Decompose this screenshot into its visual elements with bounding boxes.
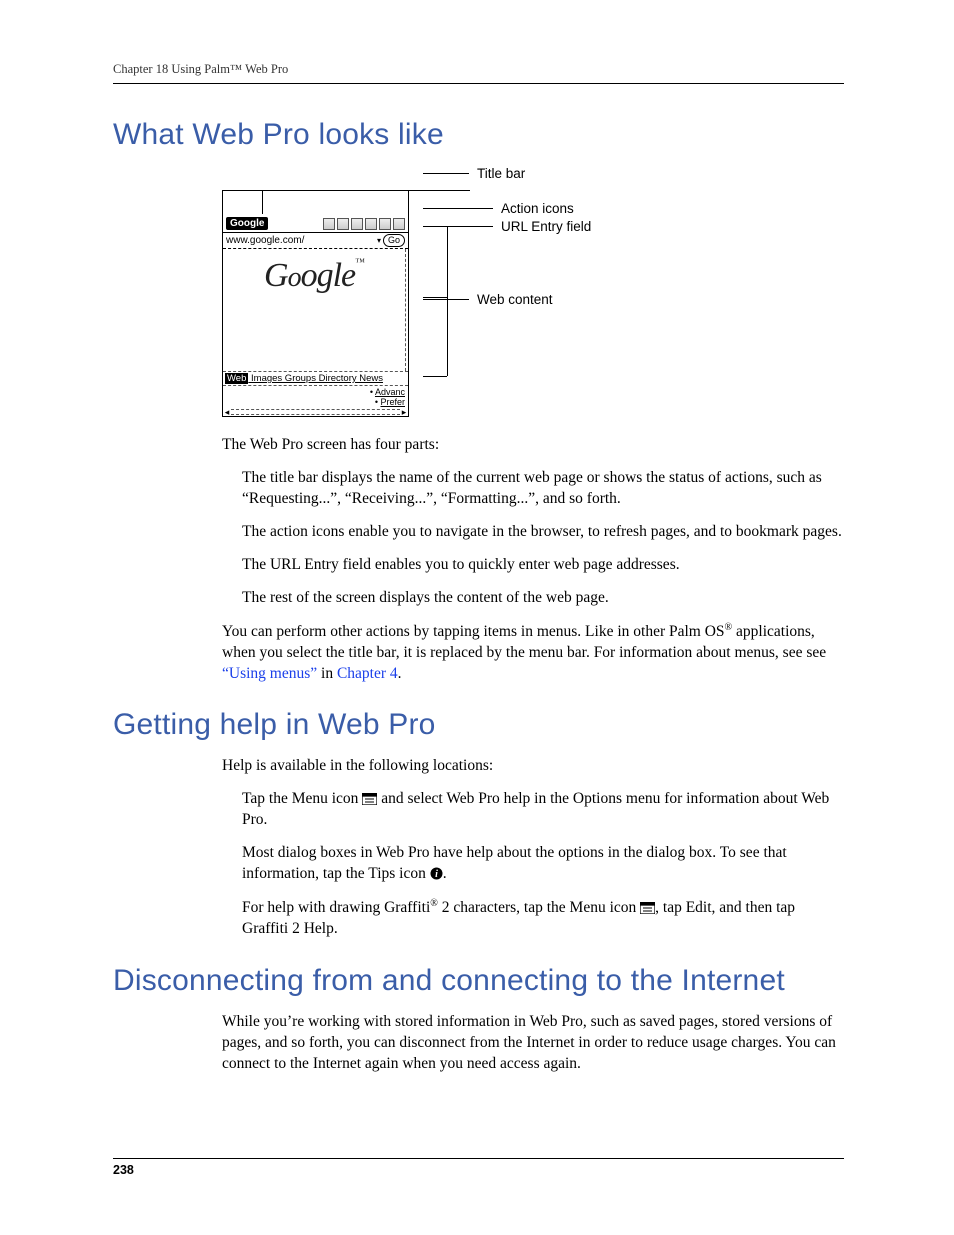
google-logo: Google™	[223, 257, 405, 295]
p-disconnect: While you’re working with stored informa…	[222, 1012, 844, 1075]
p-intro: The Web Pro screen has four parts:	[222, 435, 844, 456]
tips-icon: i	[430, 867, 443, 880]
callout-action-icons: Action icons	[501, 201, 574, 216]
svg-text:i: i	[435, 869, 438, 880]
advanced-link: Advanc	[375, 387, 405, 397]
back-icon	[323, 218, 335, 230]
home-icon	[393, 218, 405, 230]
shot-footer: • Advanc • Prefer	[223, 385, 408, 408]
callout-title-bar: Title bar	[477, 166, 525, 181]
figure-callouts: Title bar Action icons URL Entry field W…	[423, 166, 844, 386]
dropdown-icon: ▾	[377, 236, 381, 245]
shot-title-chip: Google	[226, 217, 268, 230]
callout-web-content: Web content	[477, 292, 553, 307]
page-number: 238	[113, 1158, 844, 1177]
p-help-intro: Help is available in the following locat…	[222, 756, 844, 777]
heading-what-web-pro-looks-like: What Web Pro looks like	[113, 118, 844, 152]
tab-web: Web	[225, 373, 248, 384]
heading-disconnecting: Disconnecting from and connecting to the…	[113, 964, 844, 998]
p-graffiti: For help with drawing Graffiti® 2 charac…	[242, 897, 844, 940]
scroll-right-icon: ▸	[400, 408, 408, 416]
p-url-field: The URL Entry field enables you to quick…	[242, 555, 844, 576]
p-title-bar: The title bar displays the name of the c…	[242, 468, 844, 510]
stop-icon	[351, 218, 363, 230]
refresh-icon	[365, 218, 377, 230]
shot-url-field: www.google.com/ ▾ Go	[223, 233, 408, 249]
bookmark-icon	[379, 218, 391, 230]
shot-web-content: Google™	[223, 249, 406, 371]
p-dialog-tips: Most dialog boxes in Web Pro have help a…	[242, 843, 844, 885]
running-header: Chapter 18 Using Palm™ Web Pro	[113, 62, 844, 84]
menu-icon	[640, 902, 655, 914]
shot-tabs: Web Images Groups Directory News	[223, 371, 408, 385]
shot-title-bar: Google	[223, 215, 408, 233]
heading-getting-help: Getting help in Web Pro	[113, 708, 844, 742]
scroll-left-icon: ◂	[223, 408, 231, 416]
link-using-menus[interactable]: “Using menus”	[222, 665, 317, 682]
shot-url-text: www.google.com/	[226, 235, 304, 246]
callout-url-field: URL Entry field	[501, 219, 591, 234]
section2-body: Help is available in the following locat…	[222, 756, 844, 940]
menu-icon	[362, 793, 377, 805]
forward-icon	[337, 218, 349, 230]
figure-web-pro-screenshot: Google www.google.com/ ▾ Go	[222, 166, 844, 417]
tabs-rest: Images Groups Directory News	[251, 373, 383, 384]
section1-body: The Web Pro screen has four parts: The t…	[222, 435, 844, 684]
section3-body: While you’re working with stored informa…	[222, 1012, 844, 1075]
shot-scrollbar: ◂ ▸	[223, 408, 408, 416]
link-chapter-4[interactable]: Chapter 4	[337, 665, 398, 682]
p-action-icons: The action icons enable you to navigate …	[242, 522, 844, 543]
p-menus: You can perform other actions by tapping…	[222, 621, 844, 685]
go-button: Go	[383, 234, 405, 247]
prefer-link: Prefer	[380, 397, 405, 407]
p-rest: The rest of the screen displays the cont…	[242, 588, 844, 609]
palm-screenshot: Google www.google.com/ ▾ Go	[222, 166, 409, 417]
p-tap-menu: Tap the Menu icon and select Web Pro hel…	[242, 789, 844, 831]
shot-action-icons	[323, 218, 405, 230]
